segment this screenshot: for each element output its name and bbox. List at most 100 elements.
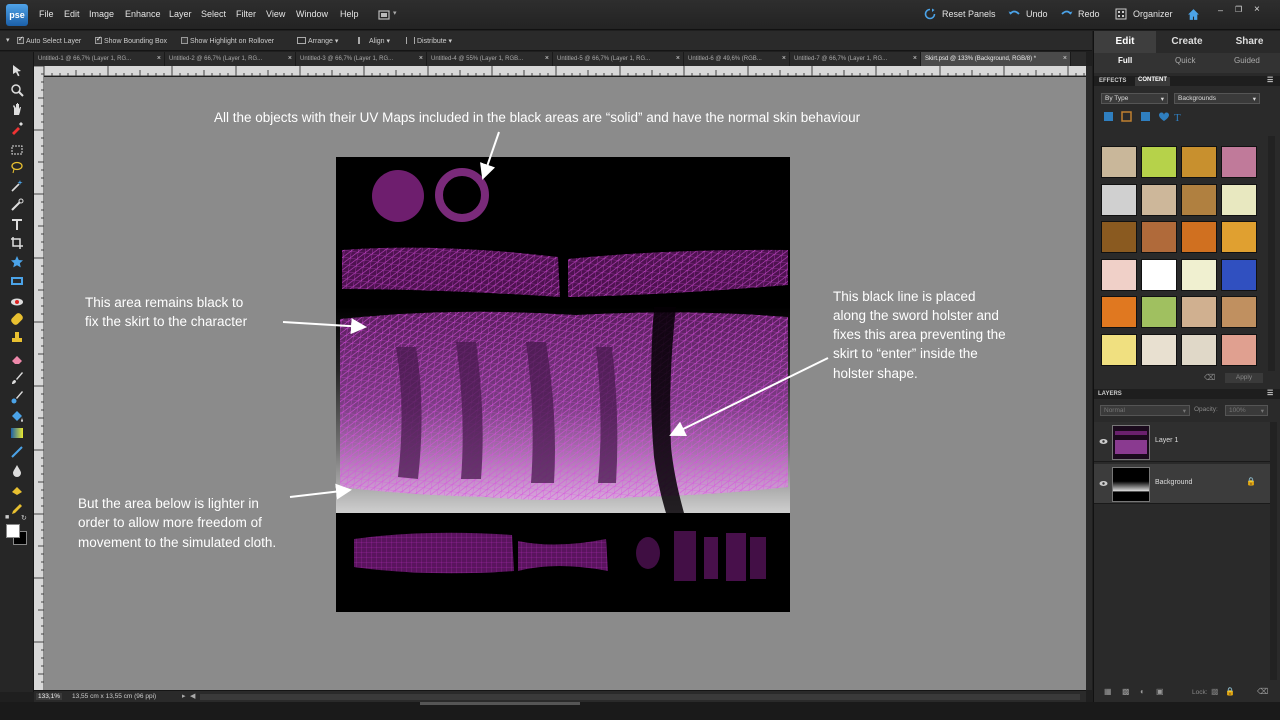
home-icon[interactable] <box>1187 8 1200 21</box>
document-canvas[interactable] <box>336 157 790 612</box>
auto-select-layer-checkbox[interactable]: Auto Select Layer <box>17 37 81 45</box>
marquee-tool-icon[interactable] <box>10 143 24 157</box>
distribute-dropdown[interactable]: Distribute ▾ <box>406 37 452 45</box>
tab-edit[interactable]: Edit <box>1094 31 1156 53</box>
status-menu-icon[interactable]: ▸ <box>182 692 186 700</box>
red-eye-tool-icon[interactable] <box>10 295 24 309</box>
trash-icon[interactable]: ⌫ <box>1204 373 1215 382</box>
redo-icon[interactable] <box>1061 8 1073 20</box>
background-thumbnail[interactable] <box>1221 183 1257 216</box>
magic-wand-tool-icon[interactable] <box>10 179 24 193</box>
lasso-tool-icon[interactable] <box>10 160 24 174</box>
delete-layer-icon[interactable]: ⌫ <box>1257 687 1268 696</box>
background-thumbnail[interactable] <box>1141 183 1177 216</box>
mask-icon[interactable]: ▣ <box>1156 687 1164 696</box>
arrange-dropdown[interactable]: Arrange ▾ <box>297 37 338 45</box>
tab-close-icon[interactable]: × <box>419 55 423 62</box>
background-thumbnail[interactable] <box>1221 333 1257 366</box>
menu-enhance[interactable]: Enhance <box>125 9 161 19</box>
background-thumbnail[interactable] <box>1141 258 1177 291</box>
type-tool-icon[interactable] <box>10 217 24 231</box>
document-tab[interactable]: Untitled-2 @ 66,7% (Layer 1, RG... × <box>165 52 296 66</box>
background-thumbnail[interactable] <box>1101 183 1137 216</box>
subtab-quick[interactable]: Quick <box>1175 56 1195 65</box>
layer-row-layer-1[interactable]: Layer 1 <box>1094 422 1270 462</box>
document-tab[interactable]: Untitled-6 @ 49,6% (RGB... × <box>684 52 790 66</box>
layer-row-background[interactable]: Background 🔒 <box>1094 464 1270 504</box>
eraser-tool-icon[interactable] <box>10 352 24 366</box>
scroll-left-icon[interactable]: ◀ <box>190 692 195 700</box>
content-scrollbar[interactable] <box>1268 136 1275 371</box>
eyedropper-tool-icon[interactable] <box>10 121 24 135</box>
background-thumbnail[interactable] <box>1221 296 1257 328</box>
menu-edit[interactable]: Edit <box>64 9 80 19</box>
reset-panels-icon[interactable] <box>924 8 936 20</box>
new-layer-icon[interactable]: ▦ <box>1104 687 1112 696</box>
healing-brush-tool-icon[interactable] <box>10 312 24 326</box>
new-group-icon[interactable]: ▩ <box>1122 687 1130 696</box>
organizer-icon[interactable] <box>1115 8 1127 20</box>
opacity-field[interactable]: 100% ▾ <box>1225 405 1268 416</box>
background-thumbnail[interactable] <box>1181 183 1217 216</box>
blur-tool-icon[interactable] <box>10 464 24 478</box>
vertical-scrollbar[interactable] <box>1086 66 1092 690</box>
document-tab[interactable]: Untitled-5 @ 66,7% (Layer 1, RG... × <box>553 52 684 66</box>
tab-close-icon[interactable]: × <box>545 55 549 62</box>
tab-create[interactable]: Create <box>1156 31 1218 53</box>
swap-colors-icon[interactable]: ↻ <box>21 514 27 522</box>
paint-bucket-tool-icon[interactable] <box>10 409 24 423</box>
reset-panels-button[interactable]: Reset Panels <box>942 9 996 19</box>
background-thumbnail[interactable] <box>1141 296 1177 328</box>
tab-close-icon[interactable]: × <box>157 55 161 62</box>
document-tab[interactable]: Untitled-3 @ 66,7% (Layer 1, RG... × <box>296 52 427 66</box>
adjustment-layer-icon[interactable]: ◐ <box>1140 687 1145 696</box>
close-icon[interactable]: × <box>1254 4 1260 15</box>
tab-close-icon[interactable]: × <box>1063 55 1067 62</box>
subtab-full[interactable]: Full <box>1118 56 1132 65</box>
visibility-eye-icon[interactable] <box>1099 480 1108 487</box>
zoom-tool-icon[interactable] <box>10 83 24 97</box>
shape-tool-icon[interactable] <box>10 445 24 459</box>
background-thumbnail[interactable] <box>1101 333 1137 366</box>
tab-close-icon[interactable]: × <box>782 55 786 62</box>
minimize-icon[interactable]: – <box>1218 5 1223 15</box>
subtab-guided[interactable]: Guided <box>1234 56 1260 65</box>
document-tab[interactable]: Untitled-7 @ 66,7% (Layer 1, RG... × <box>790 52 921 66</box>
menu-select[interactable]: Select <box>201 9 226 19</box>
background-thumbnail[interactable] <box>1221 146 1257 178</box>
undo-button[interactable]: Undo <box>1026 9 1048 19</box>
smart-brush-tool-icon[interactable] <box>10 390 24 404</box>
menu-window[interactable]: Window <box>296 9 328 19</box>
visibility-eye-icon[interactable] <box>1099 438 1108 445</box>
background-thumbnail[interactable] <box>1141 146 1177 178</box>
background-thumbnail[interactable] <box>1101 258 1137 291</box>
background-thumbnail[interactable] <box>1181 296 1217 328</box>
panel-menu-icon[interactable]: ☰ <box>1267 76 1273 84</box>
background-thumbnail[interactable] <box>1221 258 1257 291</box>
apply-button[interactable]: Apply <box>1225 373 1263 383</box>
horizontal-scrollbar[interactable] <box>200 694 1080 700</box>
menu-filter[interactable]: Filter <box>236 9 256 19</box>
background-thumbnail[interactable] <box>1101 296 1137 328</box>
document-tab-active[interactable]: Skirt.psd @ 133% (Background, RGB/8) * × <box>921 52 1071 66</box>
redo-button[interactable]: Redo <box>1078 9 1100 19</box>
show-bounding-box-checkbox[interactable]: Show Bounding Box <box>95 37 167 45</box>
layers-menu-icon[interactable]: ☰ <box>1267 389 1273 397</box>
menu-view[interactable]: View <box>266 9 285 19</box>
menu-file[interactable]: File <box>39 9 54 19</box>
hand-tool-icon[interactable] <box>10 102 24 116</box>
tab-effects[interactable]: EFFECTS <box>1099 78 1126 84</box>
tab-close-icon[interactable]: × <box>676 55 680 62</box>
organizer-button[interactable]: Organizer <box>1133 9 1173 19</box>
clone-stamp-tool-icon[interactable] <box>10 331 24 345</box>
tab-share[interactable]: Share <box>1218 31 1280 53</box>
document-tab[interactable]: Untitled-4 @ 55% (Layer 1, RGB... × <box>427 52 553 66</box>
background-thumbnail[interactable] <box>1101 146 1137 178</box>
crop-tool-icon[interactable] <box>10 236 24 250</box>
cookie-cutter-tool-icon[interactable] <box>10 255 24 269</box>
sponge-tool-icon[interactable] <box>10 483 24 497</box>
default-colors-icon[interactable]: ■ <box>5 514 9 521</box>
lock-transparent-icon[interactable]: ▩ <box>1211 687 1219 696</box>
restore-icon[interactable]: ❐ <box>1235 5 1242 14</box>
background-thumbnail[interactable] <box>1181 221 1217 253</box>
